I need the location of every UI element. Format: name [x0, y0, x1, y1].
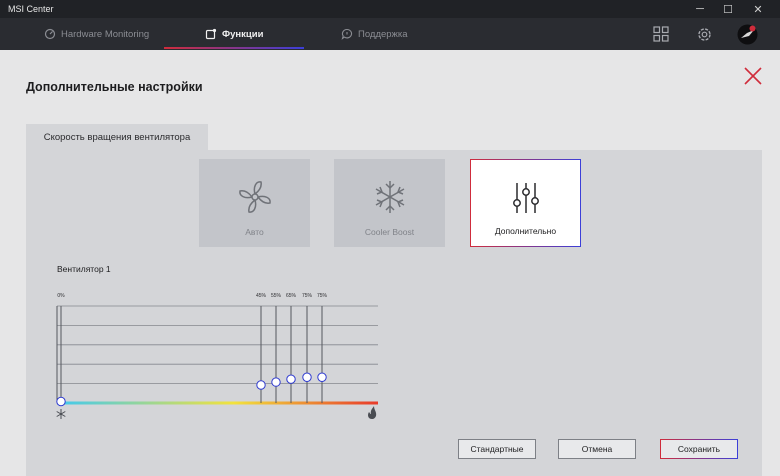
tab-hardware-monitoring[interactable]: Hardware Monitoring — [44, 18, 149, 50]
snowflake-icon — [375, 181, 404, 213]
tab-label: Поддержка — [358, 28, 408, 40]
page-title: Дополнительные настройки — [26, 80, 203, 94]
active-tab-indicator — [164, 47, 304, 49]
tab-fan-speed[interactable]: Скорость вращения вентилятора — [26, 124, 208, 150]
fan-point-label: 65% — [286, 293, 297, 299]
tab-label: Hardware Monitoring — [61, 28, 150, 40]
gear-icon[interactable] — [696, 26, 713, 43]
features-icon — [205, 28, 217, 40]
fan-point-handle[interactable] — [256, 380, 266, 390]
close-icon[interactable] — [742, 65, 764, 87]
fan-point-label: 75% — [302, 293, 313, 299]
temperature-gradient-bar — [57, 401, 378, 405]
fan-point-handle[interactable] — [56, 396, 66, 407]
mode-card-auto[interactable]: Авто — [199, 159, 310, 247]
advanced-settings-panel: Дополнительные настройки Скорость вращен… — [0, 50, 780, 476]
fan-point-label: 0% — [57, 293, 65, 299]
maximize-button[interactable]: ☐ — [714, 0, 742, 18]
tab-label: Функции — [222, 28, 264, 40]
fan-point-handle[interactable] — [317, 372, 327, 382]
save-button[interactable]: Сохранить — [660, 439, 738, 459]
snowflake-icon — [56, 409, 66, 419]
window-title: MSI Center — [8, 4, 54, 14]
chart-grid — [56, 305, 378, 404]
tab-functions[interactable]: Функции — [205, 18, 263, 50]
fan-point-label: 75% — [317, 293, 328, 299]
fan-point-label: 55% — [271, 293, 282, 299]
mode-label: Авто — [245, 227, 264, 237]
chart-baseline — [57, 401, 378, 405]
mode-card-advanced[interactable]: Дополнительно — [470, 159, 581, 247]
window-titlebar: MSI Center ─ ☐ ✕ — [0, 0, 780, 18]
minimize-button[interactable]: ─ — [686, 0, 714, 18]
grid-apps-icon[interactable] — [653, 26, 669, 42]
mode-label: Cooler Boost — [364, 227, 415, 237]
fan-point-handle[interactable] — [271, 377, 281, 387]
fan-curve-chart[interactable]: 0% 45% 55% 65% 75% 75% — [56, 288, 396, 423]
fan-icon — [238, 181, 271, 213]
tab-support[interactable]: Поддержка — [341, 18, 408, 50]
chart-points: 0% 45% 55% 65% 75% 75% — [56, 293, 328, 407]
fan-point-handle[interactable] — [286, 374, 296, 384]
default-button[interactable]: Стандартные — [458, 439, 536, 459]
fan-title: Вентилятор 1 — [57, 264, 111, 274]
gauge-icon — [44, 28, 56, 40]
support-chat-icon — [341, 28, 353, 40]
mode-card-cooler-boost[interactable]: Cooler Boost — [334, 159, 445, 247]
flame-icon — [368, 406, 377, 419]
fan-settings-content: Авто Cooler Boost Дополнительно Вентилят… — [26, 150, 762, 476]
app-header: Hardware Monitoring Функции Поддержка — [0, 18, 780, 50]
close-window-button[interactable]: ✕ — [744, 0, 772, 18]
fan-point-label: 45% — [256, 293, 267, 299]
avatar[interactable] — [737, 24, 758, 45]
sliders-icon — [512, 183, 539, 213]
mode-label: Дополнительно — [494, 226, 557, 236]
fan-point-handle[interactable] — [302, 372, 312, 382]
cancel-button[interactable]: Отмена — [558, 439, 636, 459]
